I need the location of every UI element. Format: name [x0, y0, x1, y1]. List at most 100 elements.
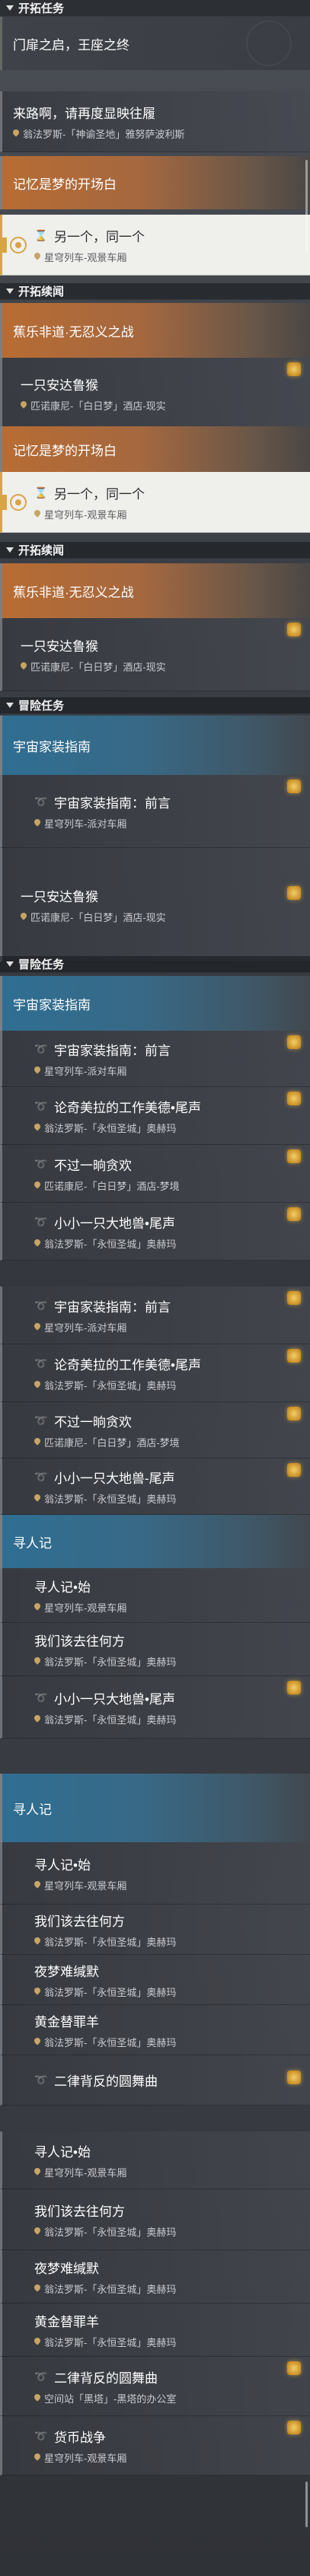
hourglass-icon: ⌛ [34, 486, 48, 499]
quest-swirl-icon: ➰ [34, 2074, 48, 2086]
chapter-search-person[interactable]: 寻人记 [0, 1515, 310, 1568]
section-header-continuance[interactable]: 开拓续闻 [0, 283, 310, 300]
selected-marker [2, 237, 7, 253]
quest-swirl-icon: ➰ [34, 1357, 48, 1369]
reward-chest-icon [287, 2361, 301, 2375]
location-pin-icon [34, 1381, 40, 1389]
reward-chest-icon [287, 1207, 301, 1221]
quest-swirl-icon: ➰ [34, 1157, 48, 1170]
quest-small-creature[interactable]: ➰ 小小一只大地兽•尾声 翁法罗斯-「永恒圣城」奥赫玛 [0, 1203, 310, 1261]
chapter-memory-prologue[interactable]: 记忆是梦的开场白 [0, 156, 310, 209]
scrollbar[interactable] [305, 160, 308, 251]
location-pin-icon [34, 2394, 40, 2402]
quest-duet-ballad[interactable]: ➰ 二律背反的圆舞曲 [0, 2055, 310, 2106]
tracking-target-icon[interactable] [10, 236, 27, 253]
hourglass-icon: ⌛ [34, 228, 48, 241]
chapter-bananas[interactable]: 蕉乐非道·无忍义之战 [0, 303, 310, 358]
quest-swirl-icon: ➰ [34, 1691, 48, 1704]
quest-small-creature-2[interactable]: ➰ 小小一只大地兽-尾声 翁法罗斯-「永恒圣城」奥赫玛 [0, 1459, 310, 1515]
quest-from-road[interactable]: 来路啊，请再度显映往履 翁法罗斯-「神谕圣地」雅努萨波利斯 [0, 91, 310, 152]
quest-moment-greedy[interactable]: ➰ 不过一晌贪欢 匹诺康尼-「白日梦」酒店-梦境 [0, 1145, 310, 1203]
section-header-adventure[interactable]: 冒险任务 [0, 697, 310, 714]
location-pin-icon [34, 1438, 40, 1446]
location-pin-icon [34, 1239, 40, 1248]
location-pin-icon [21, 662, 27, 671]
quest-dream-silent-2[interactable]: 夜梦难缄默 翁法罗斯-「永恒圣城」奥赫玛 [0, 2250, 310, 2303]
reward-chest-icon [287, 1149, 301, 1163]
reward-chest-icon [287, 1035, 301, 1049]
triangle-down-icon [6, 703, 14, 708]
quest-golden-scapegoat-2[interactable]: 黄金替罪羊 翁法罗斯-「永恒圣城」奥赫玛 [0, 2303, 310, 2357]
chapter-home-guide[interactable]: 宇宙家装指南 [0, 716, 310, 775]
quest-duet-ballad-2[interactable]: ➰ 二律背反的圆舞曲 空间站「黑塔」-黑塔的办公室 [0, 2357, 310, 2416]
section-header-continuance-2[interactable]: 开拓续闻 [0, 542, 310, 559]
location-pin-icon [34, 1715, 40, 1723]
quest-swirl-icon: ➰ [34, 1299, 48, 1312]
chapter-memory-prologue-2[interactable]: 记忆是梦的开场白 [0, 426, 310, 472]
location-pin-icon [13, 129, 19, 138]
reward-chest-icon [287, 362, 301, 376]
scrollbar-bottom[interactable] [305, 2482, 308, 2527]
location-pin-icon [34, 2227, 40, 2236]
section-header-adventure-2[interactable]: 冒险任务 [0, 956, 310, 973]
quest-swirl-icon: ➰ [34, 795, 48, 808]
reward-chest-icon [287, 1092, 301, 1105]
triangle-down-icon [6, 961, 14, 967]
quest-search-start[interactable]: 寻人记•始 星穹列车-观景车厢 [0, 1568, 310, 1623]
quest-search-start-3[interactable]: 寻人记•始 星穹列车-观景车厢 [0, 2131, 310, 2189]
quest-small-creature-3[interactable]: ➰ 小小一只大地兽•尾声 翁法罗斯-「永恒圣城」奥赫玛 [0, 1676, 310, 1739]
quest-home-guide-intro-2[interactable]: ➰ 宇宙家装指南：前言 星穹列车-派对车厢 [0, 1031, 310, 1087]
quest-moment-greedy-2[interactable]: ➰ 不过一晌贪欢 匹诺康尼-「白日梦」酒店-梦境 [0, 1402, 310, 1459]
location-pin-icon [34, 2338, 40, 2346]
location-pin-icon [34, 1124, 40, 1132]
location-pin-icon [34, 1603, 40, 1612]
reward-chest-icon [287, 886, 301, 900]
quest-nocey-epilogue-2[interactable]: ➰ 论奇美拉的工作美德•尾声 翁法罗斯-「永恒圣城」奥赫玛 [0, 1344, 310, 1402]
quest-one-monkey-3[interactable]: 一只安达鲁猴 匹诺康尼-「白日梦」酒店-现实 [0, 848, 310, 962]
quest-one-monkey[interactable]: 一只安达鲁猴 匹诺康尼-「白日梦」酒店-现实 [0, 358, 310, 429]
location-pin-icon [34, 1657, 40, 1666]
quest-where-go[interactable]: 我们该去往何方 翁法罗斯-「永恒圣城」奥赫玛 [0, 1623, 310, 1676]
quest-currency-war[interactable]: ➰ 货币战争 星穹列车-观景车厢 [0, 2416, 310, 2476]
quest-golden-scapegoat[interactable]: 黄金替罪羊 翁法罗斯-「永恒圣城」奥赫玛 [0, 2005, 310, 2055]
selected-marker [2, 494, 7, 510]
reward-chest-icon [287, 1407, 301, 1420]
reward-chest-icon [287, 1681, 301, 1694]
quest-dream-silent[interactable]: 夜梦难缄默 翁法罗斯-「永恒圣城」奥赫玛 [0, 1955, 310, 2005]
quest-swirl-icon: ➰ [34, 1414, 48, 1427]
quest-where-go-3[interactable]: 我们该去往何方 翁法罗斯-「永恒圣城」奥赫玛 [0, 2189, 310, 2250]
location-pin-icon [34, 1181, 40, 1190]
location-pin-icon [34, 1066, 40, 1075]
quest-another-same-selected[interactable]: ⌛ 另一个，同一个 星穹列车-观景车厢 [0, 215, 310, 276]
location-pin-icon [34, 2453, 40, 2462]
quest-one-monkey-2[interactable]: 一只安达鲁猴 匹诺康尼-「白日梦」酒店-现实 [0, 618, 310, 691]
quest-search-start-2[interactable]: 寻人记•始 星穹列车-观景车厢 [0, 1842, 310, 1905]
quest-swirl-icon: ➰ [34, 1099, 48, 1112]
tracking-target-icon[interactable] [10, 493, 27, 511]
chapter-door-king[interactable]: 门扉之启，王座之终 [0, 17, 310, 70]
quest-another-same-selected-2[interactable]: ⌛ 另一个，同一个 星穹列车-观景车厢 [0, 472, 310, 533]
reward-chest-icon [287, 623, 301, 636]
watermark-emblem-icon [246, 21, 292, 66]
reward-chest-icon [287, 1463, 301, 1477]
triangle-down-icon [6, 547, 14, 553]
location-pin-icon [34, 1937, 40, 1946]
chapter-home-guide-2[interactable]: 宇宙家装指南 [0, 976, 310, 1031]
quest-home-guide-intro[interactable]: ➰ 宇宙家装指南：前言 星穹列车-派对车厢 [0, 775, 310, 848]
chapter-search-person-2[interactable]: 寻人记 [0, 1774, 310, 1842]
quest-nocey-epilogue[interactable]: ➰ 论奇美拉的工作美德•尾声 翁法罗斯-「永恒圣城」奥赫玛 [0, 1087, 310, 1145]
location-pin-icon [34, 510, 40, 518]
reward-chest-icon [287, 1291, 301, 1305]
quest-where-go-2[interactable]: 我们该去往何方 翁法罗斯-「永恒圣城」奥赫玛 [0, 1905, 310, 1955]
section-header-trailblaze[interactable]: 开拓任务 [0, 0, 310, 17]
reward-chest-icon [287, 2071, 301, 2084]
location-pin-icon [34, 1494, 40, 1503]
reward-chest-icon [287, 2421, 301, 2434]
location-pin-icon [34, 1881, 40, 1889]
location-pin-icon [21, 401, 27, 410]
quest-swirl-icon: ➰ [34, 2429, 48, 2442]
quest-home-guide-intro-3[interactable]: ➰ 宇宙家装指南：前言 星穹列车-派对车厢 [0, 1286, 310, 1344]
reward-chest-icon [287, 1349, 301, 1363]
chapter-bananas-2[interactable]: 蕉乐非道·无忍义之战 [0, 563, 310, 618]
location-pin-icon [21, 913, 27, 921]
